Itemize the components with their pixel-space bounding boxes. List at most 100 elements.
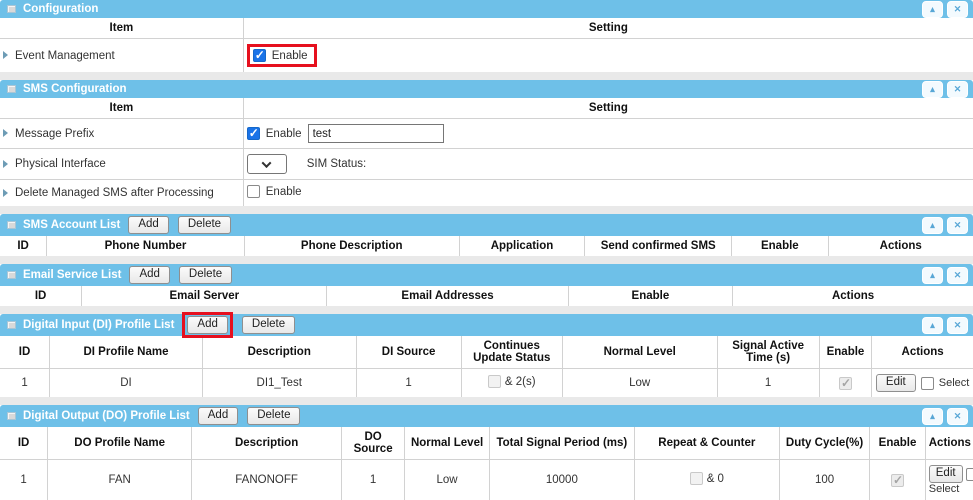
col-send-confirmed-sms: Send confirmed SMS bbox=[585, 236, 732, 256]
physical-interface-row-label: Physical Interface bbox=[0, 149, 243, 180]
close-icon[interactable]: ✕ bbox=[947, 217, 968, 234]
configuration-table: Item Setting Event Management Enable bbox=[0, 18, 973, 72]
di-normal-level-cell: Low bbox=[562, 369, 717, 398]
message-prefix-row-label: Message Prefix bbox=[0, 119, 243, 149]
section-square-icon bbox=[7, 5, 16, 13]
col-actions: Actions bbox=[872, 336, 973, 369]
col-signal-active-time: Signal Active Time (s) bbox=[717, 336, 819, 369]
row-arrow-icon bbox=[3, 51, 8, 59]
di-id-cell: 1 bbox=[0, 369, 50, 398]
physical-interface-select[interactable] bbox=[247, 154, 287, 174]
section-square-icon bbox=[7, 412, 16, 420]
col-di-source: DI Source bbox=[356, 336, 461, 369]
section-title: Configuration bbox=[23, 3, 98, 15]
collapse-icon[interactable]: ▴ bbox=[922, 1, 943, 18]
row-arrow-icon bbox=[3, 160, 8, 168]
row-arrow-icon bbox=[3, 189, 8, 197]
add-button-highlight: Add bbox=[182, 312, 232, 338]
di-select-checkbox[interactable] bbox=[921, 377, 934, 390]
collapse-icon[interactable]: ▴ bbox=[922, 408, 943, 425]
col-email-server: Email Server bbox=[82, 286, 327, 306]
chevron-down-icon bbox=[262, 158, 272, 168]
section-title: Digital Output (DO) Profile List bbox=[23, 410, 190, 422]
sms-account-list-header: SMS Account List Add Delete ▴ ✕ bbox=[0, 214, 973, 236]
email-service-list-header: Email Service List Add Delete ▴ ✕ bbox=[0, 264, 973, 286]
enable-label: Enable bbox=[272, 50, 308, 62]
di-profile-list-section: Digital Input (DI) Profile List Add Dele… bbox=[0, 314, 973, 397]
close-icon[interactable]: ✕ bbox=[947, 408, 968, 425]
enable-label: Enable bbox=[266, 186, 302, 198]
col-enable: Enable bbox=[568, 286, 732, 306]
edit-button[interactable]: Edit bbox=[929, 465, 963, 483]
select-label: Select bbox=[929, 483, 960, 495]
col-actions: Actions bbox=[828, 236, 973, 256]
collapse-icon[interactable]: ▴ bbox=[922, 267, 943, 284]
do-profile-list-header: Digital Output (DO) Profile List Add Del… bbox=[0, 405, 973, 427]
col-di-profile-name: DI Profile Name bbox=[50, 336, 203, 369]
edit-button[interactable]: Edit bbox=[876, 374, 916, 392]
section-square-icon bbox=[7, 271, 16, 279]
add-button[interactable]: Add bbox=[187, 316, 227, 334]
col-normal-level: Normal Level bbox=[562, 336, 717, 369]
col-email-addresses: Email Addresses bbox=[327, 286, 568, 306]
do-id-cell: 1 bbox=[0, 460, 48, 500]
do-source-cell: 1 bbox=[342, 460, 405, 500]
sms-configuration-header: SMS Configuration ▴ ✕ bbox=[0, 80, 973, 98]
delete-managed-sms-row-label: Delete Managed SMS after Processing bbox=[0, 180, 243, 207]
col-phone-number: Phone Number bbox=[47, 236, 245, 256]
close-icon[interactable]: ✕ bbox=[947, 317, 968, 334]
select-label: Select bbox=[939, 377, 970, 389]
delete-button[interactable]: Delete bbox=[242, 316, 295, 334]
do-repeat-counter-cell: & 0 bbox=[634, 460, 779, 500]
collapse-icon[interactable]: ▴ bbox=[922, 317, 943, 334]
di-continues-update-cell: & 2(s) bbox=[461, 369, 562, 398]
close-icon[interactable]: ✕ bbox=[947, 81, 968, 98]
add-button[interactable]: Add bbox=[198, 407, 238, 425]
message-prefix-input[interactable] bbox=[308, 124, 444, 143]
column-header-setting: Setting bbox=[243, 98, 973, 119]
di-actions-cell: Edit Select bbox=[872, 369, 973, 398]
email-service-table: ID Email Server Email Addresses Enable A… bbox=[0, 286, 973, 306]
close-icon[interactable]: ✕ bbox=[947, 267, 968, 284]
col-description: Description bbox=[202, 336, 356, 369]
sms-account-table: ID Phone Number Phone Description Applic… bbox=[0, 236, 973, 256]
delete-button[interactable]: Delete bbox=[179, 266, 232, 284]
di-enable-checkbox bbox=[839, 377, 852, 390]
sms-configuration-table: Item Setting Message Prefix Enable Physi… bbox=[0, 98, 973, 206]
add-button[interactable]: Add bbox=[129, 266, 169, 284]
col-continues-update-status: Continues Update Status bbox=[461, 336, 562, 369]
close-icon[interactable]: ✕ bbox=[947, 1, 968, 18]
di-signal-active-time-cell: 1 bbox=[717, 369, 819, 398]
section-title: Digital Input (DI) Profile List bbox=[23, 319, 174, 331]
delete-button[interactable]: Delete bbox=[178, 216, 231, 234]
section-square-icon bbox=[7, 221, 16, 229]
col-actions: Actions bbox=[733, 286, 973, 306]
section-square-icon bbox=[7, 321, 16, 329]
do-enable-checkbox bbox=[891, 474, 904, 487]
col-enable: Enable bbox=[819, 336, 872, 369]
di-name-cell: DI bbox=[50, 369, 203, 398]
di-profile-table: ID DI Profile Name Description DI Source… bbox=[0, 336, 973, 397]
section-square-icon bbox=[7, 85, 16, 93]
table-row: 1 FAN FANONOFF 1 Low 10000 & 0 100 Edit bbox=[0, 460, 973, 500]
do-name-cell: FAN bbox=[48, 460, 192, 500]
configuration-header: Configuration ▴ ✕ bbox=[0, 0, 973, 18]
delete-button[interactable]: Delete bbox=[247, 407, 300, 425]
collapse-icon[interactable]: ▴ bbox=[922, 217, 943, 234]
di-profile-list-header: Digital Input (DI) Profile List Add Dele… bbox=[0, 314, 973, 336]
do-duty-cycle-cell: 100 bbox=[779, 460, 869, 500]
add-button[interactable]: Add bbox=[128, 216, 168, 234]
row-arrow-icon bbox=[3, 129, 8, 137]
do-select-checkbox[interactable] bbox=[966, 468, 973, 481]
delete-managed-sms-enable-checkbox[interactable] bbox=[247, 185, 260, 198]
event-management-enable-checkbox[interactable] bbox=[253, 49, 266, 62]
message-prefix-enable-checkbox[interactable] bbox=[247, 127, 260, 140]
collapse-icon[interactable]: ▴ bbox=[922, 81, 943, 98]
sim-status-label: SIM Status: bbox=[307, 158, 366, 170]
di-enable-cell bbox=[819, 369, 872, 398]
sms-configuration-section: SMS Configuration ▴ ✕ Item Setting Messa… bbox=[0, 80, 973, 206]
repeat-counter-checkbox bbox=[690, 472, 703, 485]
do-profile-table: ID DO Profile Name Description DO Source… bbox=[0, 427, 973, 500]
table-row: 1 DI DI1_Test 1 & 2(s) Low 1 Edit Select bbox=[0, 369, 973, 398]
do-profile-list-section: Digital Output (DO) Profile List Add Del… bbox=[0, 405, 973, 500]
